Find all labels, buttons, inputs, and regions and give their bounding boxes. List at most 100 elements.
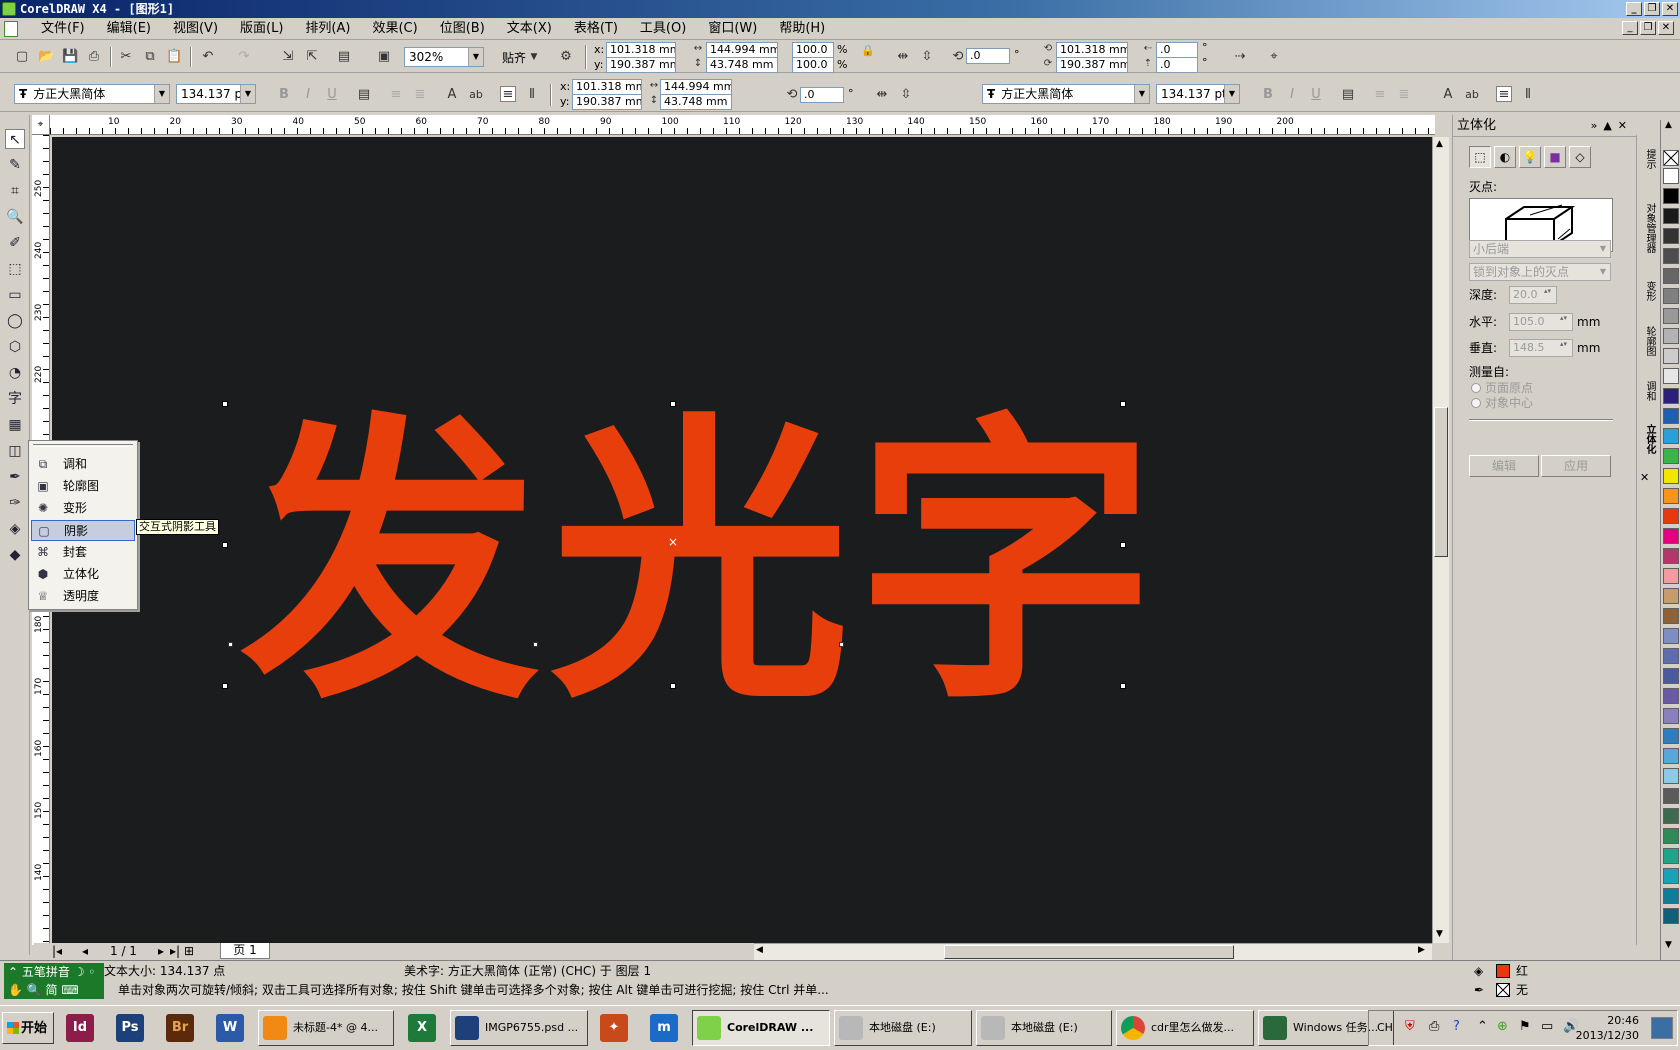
horizontal-text-icon-2[interactable]: ≡ [1496, 86, 1512, 102]
italic-icon-2[interactable]: I [1284, 87, 1300, 103]
extrude-color-tab-icon[interactable]: ■ [1544, 146, 1566, 168]
undo-icon[interactable]: ↶ [200, 49, 216, 65]
pick-tool-icon[interactable]: ↖ [5, 129, 25, 149]
dropcap-icon-2[interactable]: ≣ [1396, 87, 1412, 103]
minimize-button[interactable]: _ [1626, 2, 1642, 16]
char-node[interactable] [533, 642, 538, 647]
word-icon[interactable]: W [216, 1014, 244, 1042]
selection-handle-bl[interactable] [222, 683, 228, 689]
bold-icon-2[interactable]: B [1260, 87, 1276, 103]
smart-fill-tool-icon[interactable]: ⬚ [5, 259, 25, 279]
font-size-dropdown[interactable]: 134.137 pt [176, 84, 256, 104]
height-field[interactable]: 43.748 mm [706, 57, 778, 73]
color-swatch[interactable] [1663, 668, 1679, 684]
rotation-field[interactable]: .0 [966, 48, 1010, 64]
color-swatch[interactable] [1663, 888, 1679, 904]
mirror-horizontal-icon[interactable]: ⇹ [895, 49, 911, 65]
horizontal-scroll-thumb[interactable] [944, 945, 1234, 959]
ime-toolbar[interactable]: ⌃ 五笔拼音 ☽ ◦ ✋ 🔍 简 ⌨ [4, 963, 104, 999]
selection-handle-br[interactable] [1120, 683, 1126, 689]
relative-position-icon[interactable]: ⇢ [1232, 49, 1248, 65]
interactive-effects-tool-icon[interactable]: ◫ [5, 441, 25, 461]
ime-mode[interactable]: ⌃ 五笔拼音 ☽ ◦ [8, 963, 104, 981]
open-icon[interactable]: 📂 [38, 49, 54, 65]
menu-item[interactable]: 排列(A) [294, 18, 361, 40]
document-icon[interactable] [4, 21, 18, 37]
application-launcher-icon[interactable]: ▤ [336, 49, 352, 65]
task-coreldraw[interactable]: CorelDRAW ... [692, 1010, 830, 1046]
text-height-field[interactable]: 43.748 mm [660, 94, 732, 110]
rectangle-tool-icon[interactable]: ▭ [5, 285, 25, 305]
color-swatch[interactable] [1663, 408, 1679, 424]
lock-ratio-icon[interactable]: 🔒 [860, 43, 876, 59]
zoom-level-dropdown[interactable]: 302% [404, 47, 484, 67]
task-drive-1[interactable]: 本地磁盘 (E:) [834, 1010, 972, 1046]
photoshop-icon[interactable]: Ps [116, 1014, 144, 1042]
edit-text-icon-2[interactable]: ab [1464, 87, 1480, 103]
bold-icon[interactable]: B [276, 87, 292, 103]
horizontal-field[interactable]: 105.0 [1509, 313, 1573, 331]
fill-tool-icon[interactable]: ◈ [5, 519, 25, 539]
position-x-field[interactable]: 101.318 mm [606, 42, 676, 58]
italic-icon[interactable]: I [300, 87, 316, 103]
outline-tool-icon[interactable]: ✑ [5, 493, 25, 513]
side-tab-extrude[interactable]: 立体化 [1639, 419, 1655, 459]
color-swatch[interactable] [1663, 388, 1679, 404]
redo-icon[interactable]: ↷ [236, 49, 252, 65]
color-swatch[interactable] [1663, 528, 1679, 544]
text-tool-icon[interactable]: 字 [5, 389, 25, 409]
doc-minimize-button[interactable]: _ [1622, 21, 1638, 35]
color-swatch[interactable] [1663, 728, 1679, 744]
color-swatch[interactable] [1663, 568, 1679, 584]
skew-h-field[interactable]: .0 [1156, 42, 1198, 58]
menu-item[interactable]: 窗口(W) [697, 18, 768, 40]
prev-page-icon[interactable]: ◂ [82, 944, 88, 958]
color-swatch[interactable] [1663, 788, 1679, 804]
side-tab-distort[interactable]: 变形 [1639, 275, 1655, 307]
underline-icon-2[interactable]: U [1308, 87, 1324, 103]
outline-color-swatch[interactable] [1496, 983, 1510, 997]
indesign-icon[interactable]: Id [66, 1014, 94, 1042]
add-page-icon[interactable]: ⊞ [184, 944, 194, 958]
flyout-item-envelope[interactable]: ⌘ 封套 [31, 542, 135, 563]
flyout-item-shadow[interactable]: ▢ 阴影 [31, 520, 135, 541]
eyedropper-tool-icon[interactable]: ✒ [5, 467, 25, 487]
color-swatch[interactable] [1663, 268, 1679, 284]
update-icon[interactable]: ⊕ [1497, 1019, 1508, 1034]
last-page-icon[interactable]: ▸| [170, 944, 180, 958]
menu-item[interactable]: 工具(O) [629, 18, 697, 40]
menu-item[interactable]: 文件(F) [30, 18, 96, 40]
page-tab[interactable]: 页 1 [220, 943, 270, 959]
maxthon-icon[interactable]: m [650, 1014, 678, 1042]
paste-icon[interactable]: 📋 [166, 49, 182, 65]
color-swatch[interactable] [1663, 868, 1679, 884]
import-icon[interactable]: ⇲ [280, 49, 296, 65]
excel-icon[interactable]: X [408, 1014, 436, 1042]
horizontal-ruler[interactable]: 10 20 30 40 50 60 70 80 90 100 110 120 130 140 150 160 1… [50, 115, 1435, 135]
position-y-field[interactable]: 190.387 mm [606, 57, 676, 73]
depth-field[interactable]: 20.0 [1509, 286, 1557, 304]
print-icon[interactable]: ⎙ [86, 49, 102, 65]
artwork-char-guang[interactable]: 光 [550, 415, 850, 715]
export-icon[interactable]: ⇱ [304, 49, 320, 65]
color-swatch[interactable] [1663, 168, 1679, 184]
flyout-item-contour[interactable]: ▣ 轮廓图 [31, 476, 135, 497]
scroll-down-icon[interactable]: ▼ [1436, 929, 1443, 939]
extrude-camera-tab-icon[interactable]: ⬚ [1469, 146, 1491, 168]
horizontal-text-icon[interactable]: ≡ [500, 86, 516, 102]
width-field[interactable]: 144.994 mm [706, 42, 778, 58]
text-mirror-v-icon[interactable]: ⇳ [898, 87, 914, 103]
selection-handle-bc[interactable] [670, 683, 676, 689]
palette-scroll-up-icon[interactable]: ▲ [1665, 120, 1672, 130]
scale-y-field[interactable]: 100.0 [792, 57, 834, 73]
color-swatch[interactable] [1663, 768, 1679, 784]
new-document-icon[interactable]: ▢ [14, 49, 30, 65]
scroll-right-icon[interactable]: ▶ [1418, 945, 1425, 955]
color-swatch[interactable] [1663, 588, 1679, 604]
text-width-field[interactable]: 144.994 mm [660, 79, 732, 95]
horizontal-scrollbar[interactable]: ◀ ▶ [754, 943, 1432, 960]
color-swatch[interactable] [1663, 468, 1679, 484]
color-swatch[interactable] [1663, 288, 1679, 304]
freehand-tool-icon[interactable]: ✐ [5, 233, 25, 253]
menu-item[interactable]: 版面(L) [229, 18, 294, 40]
